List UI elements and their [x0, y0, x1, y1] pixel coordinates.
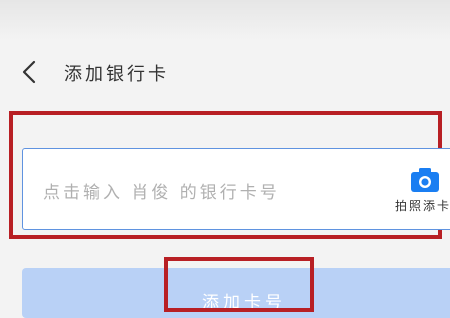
chevron-left-icon[interactable] — [18, 58, 44, 86]
photo-add-card-label: 拍照添卡 — [395, 199, 450, 213]
card-number-input[interactable]: 点击输入 肖俊 的银行卡号 拍照添卡 — [22, 148, 450, 230]
photo-add-card-button[interactable]: 拍照添卡 — [393, 165, 450, 225]
card-number-placeholder: 点击输入 肖俊 的银行卡号 — [43, 183, 280, 203]
page-title: 添加银行卡 — [64, 64, 169, 85]
camera-icon — [411, 168, 439, 192]
status-bar-area — [0, 0, 450, 40]
page-header: 添加银行卡 — [0, 52, 450, 92]
highlight-box-button — [164, 257, 314, 312]
